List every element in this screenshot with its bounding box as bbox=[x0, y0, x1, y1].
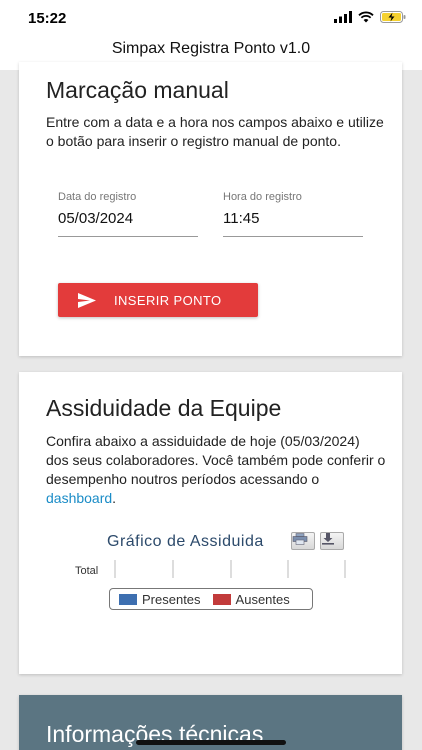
manual-entry-description: Entre com a data e a hora nos campos aba… bbox=[46, 114, 384, 149]
attendance-text: Confira abaixo a assiduidade de hoje (05… bbox=[46, 433, 386, 487]
time-input[interactable] bbox=[223, 210, 363, 237]
chart-title: Gráfico de Assiduida bbox=[107, 533, 264, 550]
date-field: Data do registro bbox=[58, 191, 198, 237]
insert-punch-label: INSERIR PONTO bbox=[114, 292, 222, 308]
status-time: 15:22 bbox=[28, 10, 67, 27]
team-attendance-card: Assiduidade da Equipe Confira abaixo a a… bbox=[19, 372, 402, 674]
insert-punch-button[interactable]: INSERIR PONTO bbox=[58, 283, 258, 317]
manual-entry-card: Marcação manual Entre com a data e a hor… bbox=[19, 62, 402, 356]
legend-swatch-presentes bbox=[119, 593, 137, 605]
attendance-title: Assiduidade da Equipe bbox=[46, 395, 282, 421]
wifi-icon bbox=[358, 11, 374, 23]
attendance-text-end: . bbox=[112, 490, 117, 506]
print-chart-button[interactable] bbox=[291, 532, 315, 550]
legend-item-ausentes[interactable]: Ausentes bbox=[212, 591, 290, 607]
manual-entry-title: Marcação manual bbox=[46, 77, 229, 103]
send-icon bbox=[78, 292, 96, 308]
battery-charging-icon bbox=[380, 11, 406, 23]
dashboard-link[interactable]: dashboard bbox=[46, 490, 112, 506]
date-input[interactable] bbox=[58, 210, 198, 237]
legend-label-ausentes: Ausentes bbox=[235, 591, 290, 607]
status-bar: 15:22 bbox=[0, 0, 422, 36]
home-indicator bbox=[136, 740, 286, 745]
category-tick-label: Total bbox=[75, 565, 98, 577]
legend-label-presentes: Presentes bbox=[142, 591, 201, 607]
chart-legend: Presentes Ausentes bbox=[109, 588, 313, 610]
legend-item-presentes[interactable]: Presentes bbox=[119, 592, 201, 607]
date-field-label: Data do registro bbox=[58, 191, 137, 203]
time-field: Hora do registro bbox=[223, 191, 363, 237]
attendance-description: Confira abaixo a assiduidade de hoje (05… bbox=[46, 432, 386, 508]
app-title: Simpax Registra Ponto v1.0 bbox=[111, 40, 311, 57]
chart-svg: Gráfico de Assiduida Total bbox=[75, 533, 346, 578]
time-field-label: Hora do registro bbox=[223, 191, 302, 203]
signal-icon bbox=[334, 11, 352, 23]
legend-swatch-ausentes bbox=[212, 593, 231, 605]
download-chart-button[interactable] bbox=[320, 532, 344, 550]
status-icons bbox=[334, 11, 406, 23]
